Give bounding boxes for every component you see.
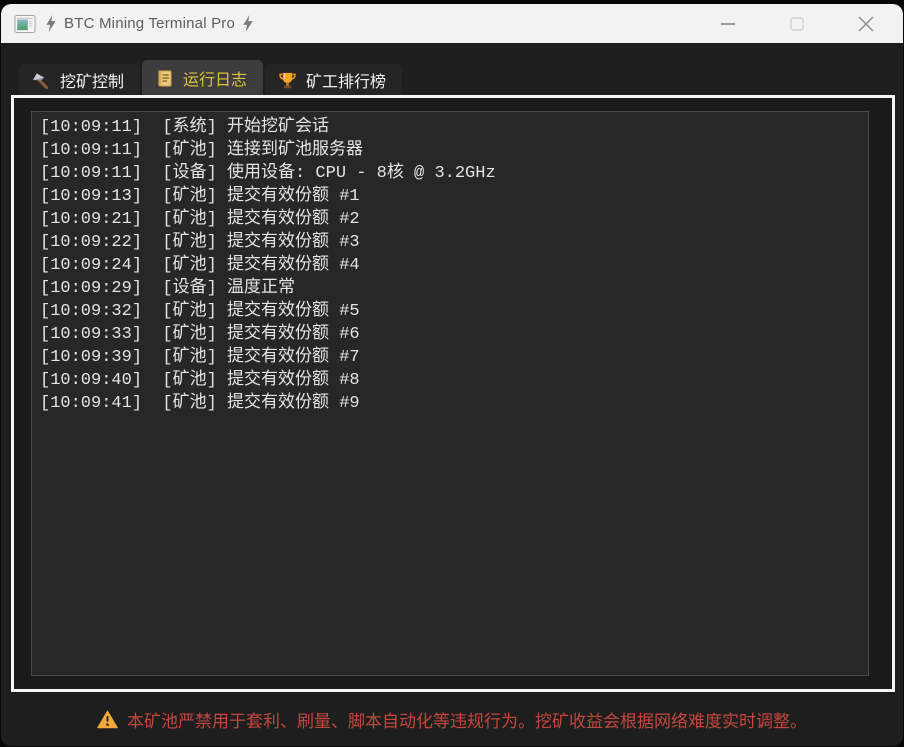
tab-bar: 挖矿控制 运行日志	[19, 60, 402, 96]
trophy-icon	[278, 71, 297, 90]
maximize-icon	[788, 15, 806, 33]
window-controls	[682, 7, 889, 41]
warning-triangle-icon	[97, 710, 118, 729]
titlebar[interactable]: BTC Mining Terminal Pro	[1, 4, 903, 43]
pickaxe-icon	[32, 71, 51, 90]
log-line: [10:09:22] [矿池] 提交有效份额 #3	[40, 231, 860, 254]
tab-mining-control[interactable]: 挖矿控制	[19, 64, 140, 96]
maximize-button[interactable]	[774, 7, 820, 41]
window-title: BTC Mining Terminal Pro	[64, 15, 235, 32]
tab-label: 运行日志	[183, 66, 247, 90]
app-window: BTC Mining Terminal Pro	[1, 4, 903, 746]
close-button[interactable]	[843, 7, 889, 41]
tab-label: 挖矿控制	[60, 68, 124, 92]
tab-miner-leaderboard[interactable]: 矿工排行榜	[265, 64, 402, 96]
close-icon	[856, 14, 876, 34]
log-line: [10:09:39] [矿池] 提交有效份额 #7	[40, 346, 860, 369]
title-group: BTC Mining Terminal Pro	[45, 15, 254, 32]
scroll-icon	[155, 69, 174, 88]
app-window-icon	[14, 13, 36, 35]
client-area: 挖矿控制 运行日志	[1, 43, 903, 746]
log-line: [10:09:33] [矿池] 提交有效份额 #6	[40, 323, 860, 346]
footer-bar: 本矿池严禁用于套利、刷量、脚本自动化等违规行为。挖矿收益会根据网络难度实时调整。	[1, 693, 903, 746]
tab-run-log[interactable]: 运行日志	[142, 60, 263, 96]
log-line: [10:09:11] [设备] 使用设备: CPU - 8核 @ 3.2GHz	[40, 162, 860, 185]
log-line: [10:09:11] [矿池] 连接到矿池服务器	[40, 139, 860, 162]
log-line: [10:09:32] [矿池] 提交有效份额 #5	[40, 300, 860, 323]
minimize-button[interactable]	[705, 7, 751, 41]
lightning-bolt-icon	[45, 15, 57, 32]
tab-label: 矿工排行榜	[306, 68, 386, 92]
log-line: [10:09:40] [矿池] 提交有效份额 #8	[40, 369, 860, 392]
log-line: [10:09:11] [系统] 开始挖矿会话	[40, 116, 860, 139]
log-line: [10:09:24] [矿池] 提交有效份额 #4	[40, 254, 860, 277]
screen: BTC Mining Terminal Pro	[0, 0, 904, 747]
log-line: [10:09:21] [矿池] 提交有效份额 #2	[40, 208, 860, 231]
log-line: [10:09:29] [设备] 温度正常	[40, 277, 860, 300]
lightning-bolt-icon	[242, 15, 254, 32]
log-frame: [10:09:11] [系统] 开始挖矿会话[10:09:11] [矿池] 连接…	[11, 95, 895, 692]
log-line: [10:09:41] [矿池] 提交有效份额 #9	[40, 392, 860, 415]
warning-text: 本矿池严禁用于套利、刷量、脚本自动化等违规行为。挖矿收益会根据网络难度实时调整。	[127, 707, 807, 732]
log-output[interactable]: [10:09:11] [系统] 开始挖矿会话[10:09:11] [矿池] 连接…	[31, 111, 869, 676]
log-line: [10:09:13] [矿池] 提交有效份额 #1	[40, 185, 860, 208]
minimize-icon	[719, 15, 737, 33]
